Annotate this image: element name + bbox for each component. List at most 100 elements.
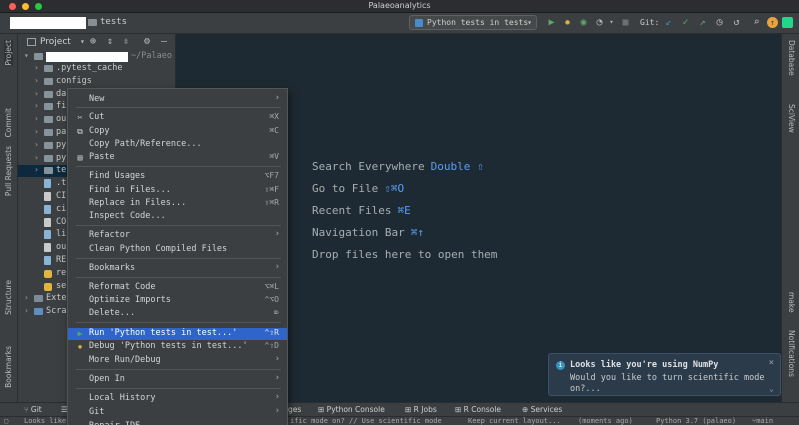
rollback-icon[interactable]: ↺ xyxy=(730,16,743,29)
menu-item-paste[interactable]: ▤ Paste ⌘V xyxy=(68,152,287,164)
breadcrumb-project[interactable]: tests xyxy=(100,17,127,27)
left-tool-stripe: Project Commit Pull Requests Structure B… xyxy=(0,34,18,402)
collapse-all-icon[interactable]: ⇳ xyxy=(123,36,129,47)
menu-item-cut[interactable]: ✂ Cut ⌘X xyxy=(68,112,287,124)
hide-icon[interactable]: — xyxy=(161,36,167,47)
tab-bookmarks[interactable]: Bookmarks xyxy=(4,346,13,388)
tool-services[interactable]: ⊕ Services xyxy=(522,405,562,414)
folder-icon xyxy=(44,129,53,136)
menu-item-debug-python-tests-in-test[interactable]: ✹ Debug 'Python tests in test...' ^⇧D xyxy=(68,341,287,353)
tab-sciview[interactable]: SciView xyxy=(787,104,796,133)
menu-item-copy[interactable]: ⧉ Copy ⌘C xyxy=(68,126,287,138)
menu-item-copy-path-reference[interactable]: Copy Path/Reference... xyxy=(68,139,287,151)
menu-item-git[interactable]: Git › xyxy=(68,406,287,419)
menu-item-find-usages[interactable]: Find Usages ⌥F7 xyxy=(68,171,287,183)
tool-python-console[interactable]: ⊞ Python Console xyxy=(318,405,385,414)
menu-item-optimize-imports[interactable]: Optimize Imports ^⌥O xyxy=(68,295,287,307)
menu-item-more-run-debug[interactable]: More Run/Debug › xyxy=(68,354,287,367)
chevron-down-icon[interactable]: ▾ xyxy=(80,37,85,46)
chevron-right-icon[interactable]: › xyxy=(34,140,39,149)
history-icon[interactable]: ◷ xyxy=(713,16,726,29)
chevron-right-icon[interactable]: › xyxy=(34,114,39,123)
tab-pull-requests[interactable]: Pull Requests xyxy=(4,146,13,196)
chevron-right-icon[interactable]: › xyxy=(24,306,29,315)
menu-item-open-in[interactable]: Open In › xyxy=(68,373,287,386)
run-icon[interactable]: ▶ xyxy=(545,16,558,29)
menu-item-shortcut: ⇧⌘R xyxy=(264,198,279,207)
menu-item-shortcut: ⌘V xyxy=(269,152,279,161)
menu-item-replace-in-files[interactable]: Replace in Files... ⇧⌘R xyxy=(68,198,287,210)
tree-root[interactable]: ▾ ~/Palaeo xyxy=(18,51,176,63)
chevron-right-icon: › xyxy=(274,406,280,416)
tab-make[interactable]: make xyxy=(787,292,796,313)
menu-item-clean-python-compiled-files[interactable]: Clean Python Compiled Files xyxy=(68,244,287,256)
chevron-right-icon[interactable]: › xyxy=(34,165,39,174)
chevron-right-icon[interactable]: › xyxy=(34,63,39,72)
debug-icon[interactable]: ✹ xyxy=(561,16,574,29)
close-icon[interactable]: × xyxy=(769,358,774,368)
run-configuration-selector[interactable]: Python tests in tests ▾ xyxy=(409,15,537,30)
status-keep-layout[interactable]: Keep current layout... xyxy=(468,417,561,425)
chevron-right-icon[interactable]: › xyxy=(34,127,39,136)
updates-icon[interactable]: ↑ xyxy=(767,17,778,28)
notification-body[interactable]: Would you like to turn scientific mode o… xyxy=(570,373,770,395)
tab-notifications[interactable]: Notifications xyxy=(787,330,796,377)
menu-item-bookmarks[interactable]: Bookmarks › xyxy=(68,262,287,275)
menu-item-delete[interactable]: Delete... ⌦ xyxy=(68,308,287,320)
gear-icon[interactable]: ⚙ xyxy=(144,36,150,47)
stop-icon[interactable]: ■ xyxy=(619,16,632,29)
file-icon xyxy=(44,243,51,253)
tree-item[interactable]: › configs xyxy=(18,76,176,88)
redacted-block xyxy=(10,17,86,29)
chevron-right-icon[interactable]: › xyxy=(34,89,39,98)
project-panel-title[interactable]: Project xyxy=(40,37,71,47)
tool-r-jobs[interactable]: ⊞ R Jobs xyxy=(405,405,437,414)
info-icon: i xyxy=(556,361,565,370)
tab-project[interactable]: Project xyxy=(4,40,13,66)
interpreter-selector[interactable]: Python 3.7 (palaeo) xyxy=(656,417,736,425)
menu-item-reformat-code[interactable]: Reformat Code ⌥⌘L xyxy=(68,282,287,294)
chevron-down-icon[interactable]: ▾ xyxy=(605,16,618,29)
chevron-right-icon[interactable]: › xyxy=(34,153,39,162)
ide-logo-icon[interactable] xyxy=(782,17,793,28)
chevron-right-icon[interactable]: › xyxy=(34,76,39,85)
folder-icon xyxy=(44,90,53,98)
project-view-icon xyxy=(27,38,36,46)
menu-separator xyxy=(76,225,281,226)
tab-commit[interactable]: Commit xyxy=(4,108,13,137)
status-message[interactable]: Looks like xyxy=(24,417,66,425)
chevron-right-icon[interactable]: › xyxy=(34,101,39,110)
git-branch-widget[interactable]: ⑂main xyxy=(752,417,773,425)
menu-item-find-in-files[interactable]: Find in Files... ⇧⌘F xyxy=(68,185,287,197)
tool-changes[interactable]: ges xyxy=(288,405,301,414)
menu-item-repair-ide[interactable]: Repair IDE xyxy=(68,421,287,425)
expand-all-icon[interactable]: ⇕ xyxy=(107,36,113,47)
tool-r-console[interactable]: ⊞ R Console xyxy=(455,405,501,414)
menu-item-label: Optimize Imports xyxy=(89,295,171,305)
tree-item-label: .t xyxy=(56,178,67,189)
menu-item-new[interactable]: New › xyxy=(68,93,287,106)
tree-item[interactable]: › .pytest_cache xyxy=(18,63,176,75)
git-update-icon[interactable]: ↙ xyxy=(662,16,675,29)
editor-hint: Drop files here to open them xyxy=(312,248,497,261)
tree-item-label: .pytest_cache xyxy=(56,63,123,73)
menu-item-inspect-code[interactable]: Inspect Code... xyxy=(68,211,287,223)
tool-git[interactable]: ⑂ Git xyxy=(24,405,42,414)
git-push-icon[interactable]: ↗ xyxy=(696,16,709,29)
tab-database[interactable]: Database xyxy=(787,40,796,76)
tab-structure[interactable]: Structure xyxy=(4,280,13,315)
menu-separator xyxy=(76,277,281,278)
search-icon[interactable]: ⌕ xyxy=(750,16,763,29)
numpy-notification[interactable]: i Looks like you're using NumPy Would yo… xyxy=(548,353,781,396)
status-message-tail[interactable]: ific mode on? // Use scientific mode xyxy=(290,417,442,425)
locate-icon[interactable]: ⊕ xyxy=(90,36,96,47)
menu-item-label: Find Usages xyxy=(89,171,146,181)
redacted-block xyxy=(46,52,128,62)
chevron-down-icon[interactable]: ⌄ xyxy=(769,384,774,393)
coverage-icon[interactable]: ◉ xyxy=(577,16,590,29)
menu-item-refactor[interactable]: Refactor › xyxy=(68,229,287,242)
menu-item-run-python-tests-in-test[interactable]: ▶ Run 'Python tests in test...' ^⇧R xyxy=(68,328,287,340)
git-commit-icon[interactable]: ✓ xyxy=(679,16,692,29)
chevron-right-icon[interactable]: › xyxy=(24,293,29,302)
menu-item-local-history[interactable]: Local History › xyxy=(68,392,287,405)
